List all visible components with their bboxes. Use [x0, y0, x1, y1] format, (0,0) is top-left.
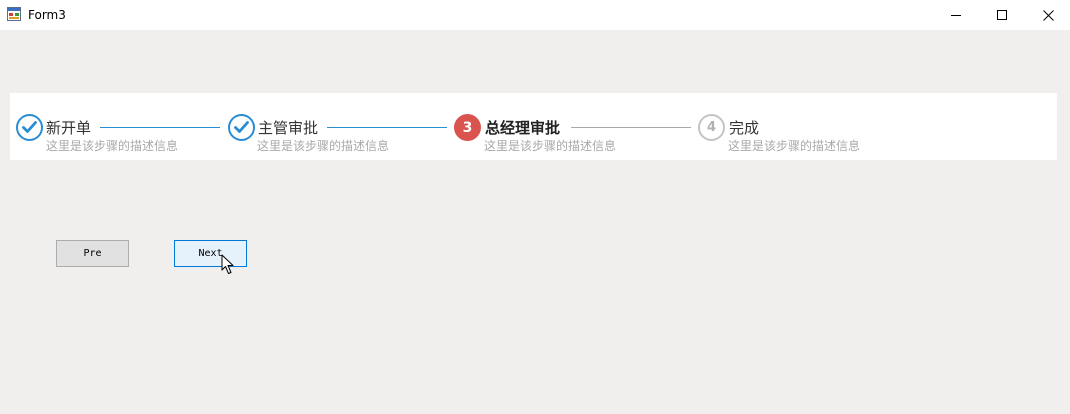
step-3-title: 总经理审批: [485, 119, 561, 137]
step-4-indicator: 4: [698, 114, 725, 141]
step-2-connector: [327, 127, 447, 128]
maximize-icon: [997, 10, 1007, 20]
step-4-description: 这里是该步骤的描述信息: [728, 139, 861, 153]
steps-panel: 新开单 这里是该步骤的描述信息 主管审批 这里是该步骤的描述信息 3 总经理审批…: [10, 93, 1057, 160]
title-bar: Form3: [0, 0, 1070, 30]
check-icon: [234, 121, 249, 133]
step-3-connector: [571, 127, 691, 128]
step-1-description: 这里是该步骤的描述信息: [46, 139, 179, 153]
check-icon: [22, 121, 37, 133]
minimize-button[interactable]: [933, 0, 979, 30]
step-2-indicator: [228, 114, 255, 141]
window-title: Form3: [28, 8, 66, 22]
pre-button[interactable]: Pre: [56, 240, 129, 267]
close-icon: [1042, 9, 1054, 21]
close-button[interactable]: [1025, 0, 1070, 30]
step-1-indicator: [16, 114, 43, 141]
step-1-connector: [100, 127, 220, 128]
form-app-icon: [7, 7, 21, 21]
step-3-indicator: 3: [454, 114, 481, 141]
step-2-description: 这里是该步骤的描述信息: [257, 139, 390, 153]
step-4-title: 完成: [729, 119, 760, 137]
mouse-pointer-icon: [221, 254, 234, 274]
step-2-title: 主管审批: [258, 119, 319, 137]
next-button[interactable]: Next: [174, 240, 247, 267]
maximize-button[interactable]: [979, 0, 1025, 30]
step-3-description: 这里是该步骤的描述信息: [484, 139, 617, 153]
step-1-title: 新开单: [46, 119, 92, 137]
minimize-icon: [951, 15, 961, 16]
